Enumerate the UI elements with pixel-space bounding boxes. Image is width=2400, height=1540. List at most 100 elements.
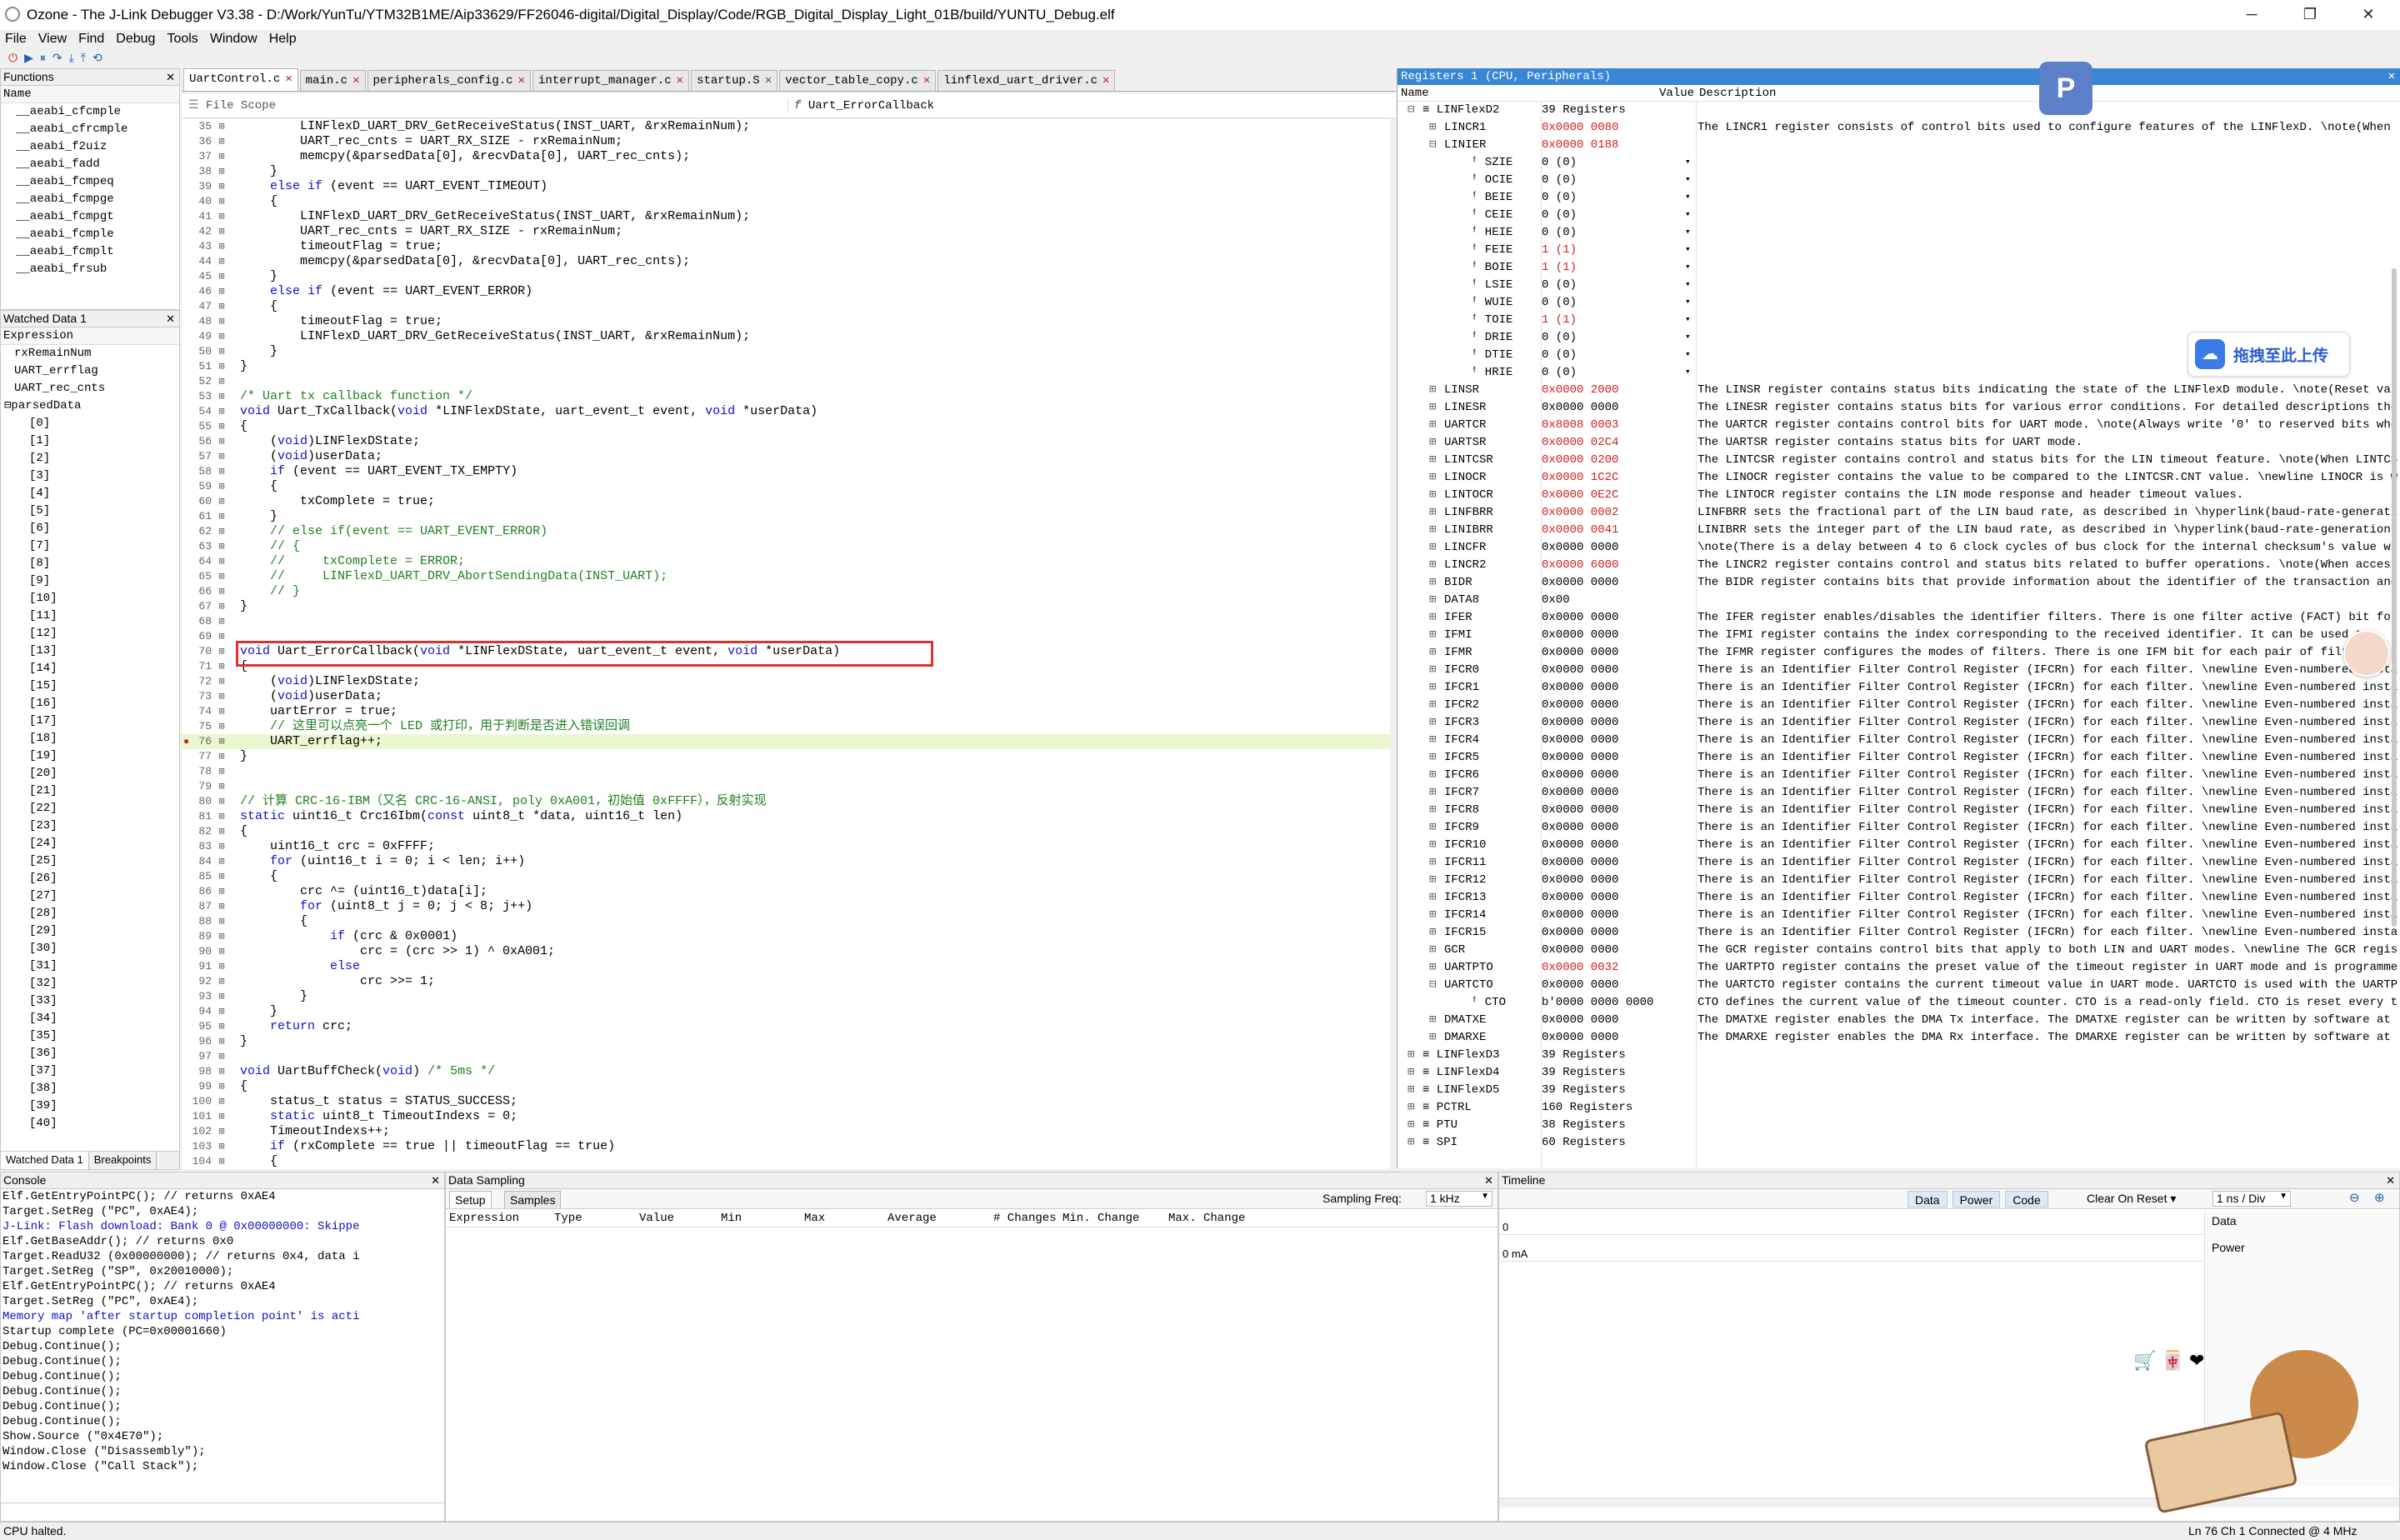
register-row[interactable]: ⊞ IFMI 0x0000 0000 The IFMI register contai… [1398, 627, 2400, 644]
register-row[interactable]: ⊞ IFCR2 0x0000 0000 There is an Identifier … [1398, 697, 2400, 714]
function-item[interactable]: __aeabi_fcmpge [1, 191, 179, 208]
fold-icon[interactable]: ⊞ [215, 1094, 228, 1109]
watched-item[interactable]: rxRemainNum [1, 345, 179, 362]
function-item[interactable]: __aeabi_frsub [1, 261, 179, 278]
upload-drop-button[interactable]: ☁ 拖拽至此上传 [2188, 332, 2350, 377]
watched-item[interactable]: [24] [1, 835, 179, 852]
watched-item[interactable]: [23] [1, 818, 179, 835]
register-value[interactable]: 0x0000 1C2C [1542, 469, 1618, 487]
overlay-p-icon[interactable]: P [2039, 62, 2092, 115]
code-line[interactable]: 96 ⊞} [182, 1034, 1390, 1049]
register-row[interactable]: ⊞ IFER 0x0000 0000 The IFER register enable… [1398, 609, 2400, 627]
close-tab-icon[interactable]: ✕ [1102, 74, 1109, 88]
menu-file[interactable]: File [5, 32, 27, 47]
dropdown-icon[interactable]: ▾ [1685, 154, 1691, 172]
fold-icon[interactable]: ⊞ [215, 659, 228, 674]
fold-icon[interactable]: ⊞ [215, 644, 228, 659]
close-icon[interactable]: ✕ [1484, 1172, 1493, 1188]
register-row[interactable]: ⊞ IFCR14 0x0000 0000 There is an Identifier… [1398, 907, 2400, 924]
register-value[interactable]: 0x0000 0000 [1542, 977, 1618, 994]
close-tab-icon[interactable]: ✕ [923, 74, 930, 88]
fold-icon[interactable]: ⊞ [215, 824, 228, 839]
expand-icon[interactable]: ⊞ [1429, 1012, 1436, 1029]
fold-icon[interactable]: ⊞ [215, 239, 228, 254]
register-row[interactable]: ⊞ IFCR0 0x0000 0000 There is an Identifier … [1398, 662, 2400, 679]
dropdown-icon[interactable]: ▾ [1685, 224, 1691, 242]
fold-icon[interactable]: ⊞ [215, 374, 228, 389]
code-line[interactable]: 91 ⊞ else [182, 959, 1390, 974]
register-row[interactable]: ⊞ UARTSR 0x0000 02C4 The UARTSR register co… [1398, 434, 2400, 452]
register-value[interactable]: 0x0000 0000 [1542, 907, 1618, 924]
register-row[interactable]: ᶠ BEIE 0 (0) ▾ [1398, 189, 2400, 207]
watched-item[interactable]: [37] [1, 1062, 179, 1080]
fold-icon[interactable]: ⊞ [215, 599, 228, 614]
fold-icon[interactable]: ⊞ [215, 1019, 228, 1034]
expand-icon[interactable]: ⊞ [1429, 399, 1436, 417]
code-line[interactable]: 88 ⊞ { [182, 914, 1390, 929]
register-value[interactable]: 0x0000 0000 [1542, 627, 1618, 644]
code-line[interactable]: 53 ⊞ /* Uart tx callback function */ [182, 389, 1390, 404]
register-row[interactable]: ⊞ LINIBRR 0x0000 0041 LINIBRR sets the inte… [1398, 522, 2400, 539]
fold-icon[interactable]: ⊞ [215, 779, 228, 794]
expand-icon[interactable]: ⊞ [1429, 784, 1436, 802]
close-tab-icon[interactable]: ✕ [677, 74, 683, 88]
editor-tab[interactable]: UartControl.c ✕ [183, 68, 298, 91]
register-value[interactable]: 0 (0) [1542, 224, 1577, 242]
register-value[interactable]: 0 (0) [1542, 329, 1577, 347]
expand-icon[interactable]: ⊞ [1429, 504, 1436, 522]
register-value[interactable]: 1 (1) [1542, 259, 1577, 277]
register-row[interactable]: ⊞ LINOCR 0x0000 1C2C The LINOCR register co… [1398, 469, 2400, 487]
dropdown-icon[interactable]: ▾ [1685, 207, 1691, 224]
register-row[interactable]: ⊞ DMARXE 0x0000 0000 The DMARXE register en… [1398, 1029, 2400, 1047]
register-value[interactable]: 0 (0) [1542, 154, 1577, 172]
tab-samples[interactable]: Samples [504, 1191, 562, 1208]
register-value[interactable]: 0x0000 0188 [1542, 137, 1618, 154]
fold-icon[interactable]: ⊞ [215, 194, 228, 209]
expand-icon[interactable]: ⊞ [1429, 679, 1436, 697]
register-row[interactable]: ⊞ GCR 0x0000 0000 The GCR register contains… [1398, 942, 2400, 959]
expand-icon[interactable]: ⊞ [1429, 959, 1436, 977]
register-value[interactable]: 0x0000 0000 [1542, 924, 1618, 942]
watched-item[interactable]: [10] [1, 590, 179, 608]
code-line[interactable]: 61 ⊞ } [182, 509, 1390, 524]
expand-icon[interactable]: ⊞ [1408, 1064, 1414, 1082]
fold-icon[interactable]: ⊞ [215, 1049, 228, 1064]
register-row[interactable]: ᶠ CEIE 0 (0) ▾ [1398, 207, 2400, 224]
watched-item[interactable]: [0] [1, 415, 179, 432]
expand-icon[interactable]: ⊞ [1429, 539, 1436, 557]
watched-item[interactable]: [30] [1, 940, 179, 958]
expand-icon[interactable]: ⊞ [1429, 452, 1436, 469]
expand-icon[interactable]: ⊞ [1429, 119, 1436, 137]
register-value[interactable]: 0x0000 0000 [1542, 784, 1618, 802]
fold-icon[interactable]: ⊞ [215, 794, 228, 809]
fold-icon[interactable]: ⊞ [215, 284, 228, 299]
register-value[interactable]: 1 (1) [1542, 242, 1577, 259]
watched-item[interactable]: [29] [1, 922, 179, 940]
code-line[interactable]: 102 ⊞ TimeoutIndexs++; [182, 1124, 1390, 1139]
register-row[interactable]: ⊟ LINIER 0x0000 0188 [1398, 137, 2400, 154]
watched-item[interactable]: [16] [1, 695, 179, 712]
register-row[interactable]: ⊞ IFCR5 0x0000 0000 There is an Identifier … [1398, 749, 2400, 767]
watched-item[interactable]: [5] [1, 502, 179, 520]
expand-icon[interactable]: ⊞ [1408, 1082, 1414, 1099]
register-row[interactable]: ⊞ LINSR 0x0000 2000 The LINSR register cont… [1398, 382, 2400, 399]
play-icon[interactable]: ▶ [24, 51, 33, 65]
fold-icon[interactable]: ⊞ [215, 914, 228, 929]
function-item[interactable]: __aeabi_fcmplt [1, 243, 179, 261]
register-row[interactable]: ⊞ LINCFR 0x0000 0000 \note(There is a delay… [1398, 539, 2400, 557]
register-row[interactable]: ⊟ ≡ LINFlexD2 39 Registers [1398, 102, 2400, 119]
fold-icon[interactable]: ⊞ [215, 389, 228, 404]
register-row[interactable]: ⊞ IFCR11 0x0000 0000 There is an Identifier… [1398, 854, 2400, 872]
code-line[interactable]: 38 ⊞ } [182, 164, 1390, 179]
expand-icon[interactable]: ⊞ [1429, 592, 1436, 609]
code-line[interactable]: 44 ⊞ memcpy(&parsedData[0], &recvData[0],… [182, 254, 1390, 269]
expand-icon[interactable]: ⊞ [1408, 1047, 1414, 1064]
function-item[interactable]: __aeabi_fcmpgt [1, 208, 179, 226]
register-row[interactable]: ⊞ LINFBRR 0x0000 0002 LINFBRR sets the frac… [1398, 504, 2400, 522]
fold-icon[interactable]: ⊞ [215, 179, 228, 194]
fold-icon[interactable]: ⊞ [215, 614, 228, 629]
expand-icon[interactable]: ⊞ [1429, 522, 1436, 539]
register-row[interactable]: ⊞ ≡ PTU 38 Registers [1398, 1117, 2400, 1134]
fold-icon[interactable]: ⊞ [215, 1034, 228, 1049]
register-value[interactable]: 0x0000 0000 [1542, 889, 1618, 907]
